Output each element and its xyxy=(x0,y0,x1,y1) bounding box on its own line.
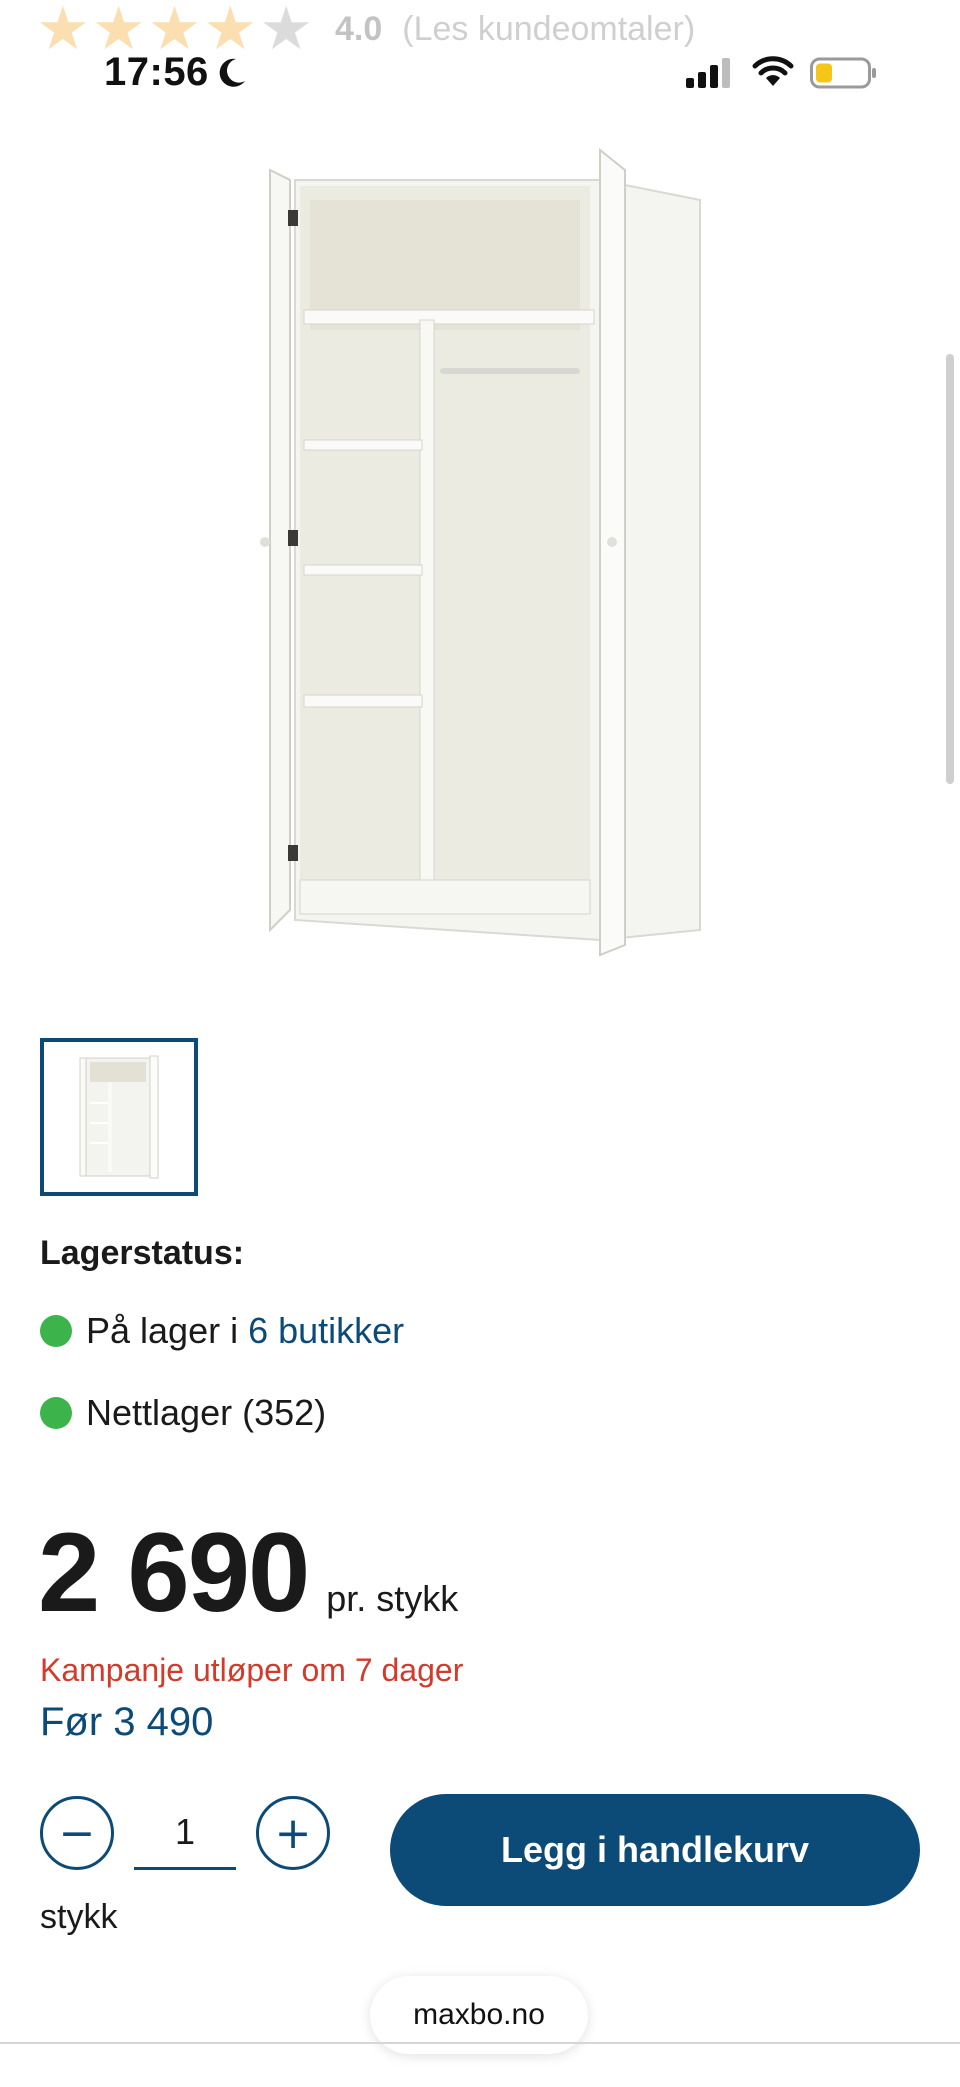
online-stock-text: Nettlager (352) xyxy=(86,1392,327,1433)
price-unit: pr. stykk xyxy=(326,1578,459,1619)
quantity-unit: stykk xyxy=(40,1898,118,1936)
previous-price: Før 3 490 xyxy=(40,1700,214,1744)
signal-icon xyxy=(686,58,730,88)
status-time: 17:56 xyxy=(104,50,209,94)
reviews-link[interactable]: (Les kundeomtaler) xyxy=(402,10,695,49)
wardrobe-thumbnail[interactable] xyxy=(40,1038,198,1196)
add-to-cart-button[interactable]: Legg i handlekurv xyxy=(390,1794,920,1906)
rating-score: 4.0 xyxy=(334,9,383,48)
price-amount: 2 690 xyxy=(38,1510,310,1635)
wardrobe-image[interactable] xyxy=(240,140,720,960)
scrollbar[interactable] xyxy=(946,354,954,784)
stores-link[interactable]: 6 butikker xyxy=(248,1310,404,1352)
status-bar: 17:56 xyxy=(0,44,960,104)
moon-icon xyxy=(219,58,245,87)
wifi-icon xyxy=(752,56,794,86)
increase-quantity-button[interactable]: + xyxy=(256,1796,330,1870)
decrease-quantity-button[interactable]: − xyxy=(40,1796,114,1870)
price-row: 2 690 pr. stykk xyxy=(38,1508,458,1637)
campaign-notice: Kampanje utløper om 7 dager xyxy=(40,1652,464,1688)
in-stock-dot-icon xyxy=(40,1315,72,1347)
stock-status-title: Lagerstatus: xyxy=(40,1234,245,1272)
quantity-input[interactable] xyxy=(134,1796,236,1870)
store-stock-row: På lager i 6 butikker xyxy=(40,1310,404,1352)
online-stock-row: Nettlager (352) xyxy=(40,1392,326,1434)
in-stock-dot-icon xyxy=(40,1397,72,1429)
divider xyxy=(0,2042,960,2044)
battery-icon xyxy=(810,57,876,89)
store-stock-text: På lager i xyxy=(86,1310,239,1351)
